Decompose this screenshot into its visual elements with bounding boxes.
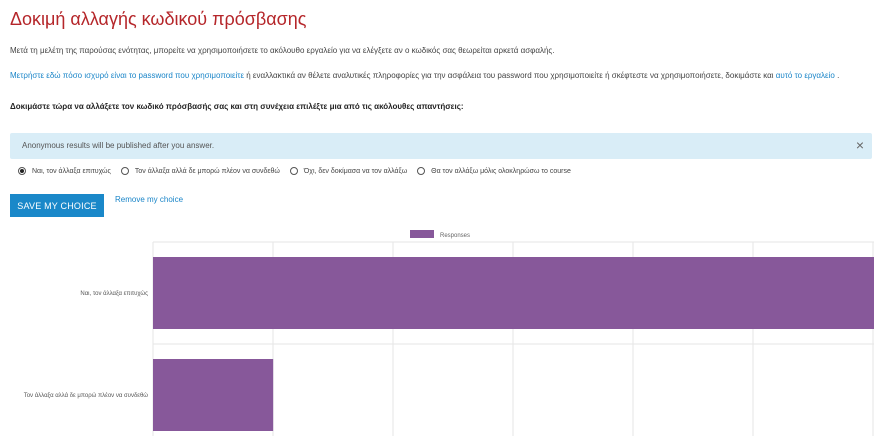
option-label: Ναι, τον άλλαξα επιτυχώς — [32, 167, 111, 175]
responses-chart: Responses Ναι, τον άλλαξα επιτυχώς Τον άλλ… — [24, 230, 874, 436]
intro-text: Μετά τη μελέτη της παρούσας ενότητας, μπ… — [10, 46, 555, 55]
instruction-text: Δοκιμάστε τώρα να αλλάξετε τον κωδικό πρ… — [10, 102, 464, 111]
category-label: Τον άλλαξα αλλά δε μπορώ πλέον να συνδεθ… — [24, 392, 149, 399]
anonymous-alert: Anonymous results will be published afte… — [10, 133, 872, 159]
legend-label: Responses — [440, 233, 470, 239]
choice-options: Ναι, τον άλλαξα επιτυχώς Τον άλλαξα αλλά… — [18, 167, 579, 181]
page-title: Δοκιμή αλλαγής κωδικού πρόσβασης — [10, 9, 307, 29]
alert-text: Anonymous results will be published afte… — [22, 141, 215, 150]
option-label: Τον άλλαξα αλλά δε μπορώ πλέον να συνδεθ… — [134, 167, 280, 175]
close-icon[interactable]: × — [856, 137, 864, 153]
option-change-after-course[interactable]: Θα τον αλλάξω μόλις ολοκληρώσω το course — [417, 167, 571, 175]
option-did-not-try[interactable]: Όχι, δεν δοκίμασα να τον αλλάξω — [289, 167, 408, 175]
bar-1 — [153, 257, 874, 329]
legend-swatch — [410, 230, 434, 238]
password-tool-link[interactable]: αυτό το εργαλείο — [776, 71, 835, 80]
option-changed-successfully[interactable]: Ναι, τον άλλαξα επιτυχώς — [18, 167, 111, 175]
password-strength-link[interactable]: Μετρήστε εδώ πόσο ισχυρό είναι το passwo… — [10, 71, 244, 80]
tools-paragraph: Μετρήστε εδώ πόσο ισχυρό είναι το passwo… — [10, 69, 874, 82]
remove-choice-link[interactable]: Remove my choice — [115, 195, 183, 204]
radio-button[interactable] — [18, 167, 26, 175]
radio-button[interactable] — [417, 167, 426, 175]
radio-button[interactable] — [289, 167, 298, 175]
tools-paragraph-text: ή εναλλακτικά αν θέλετε αναλυτικές πληρο… — [244, 71, 776, 80]
category-label: Ναι, τον άλλαξα επιτυχώς — [80, 290, 148, 297]
save-choice-button[interactable]: SAVE MY CHOICE — [10, 194, 104, 217]
option-changed-cannot-login[interactable]: Τον άλλαξα αλλά δε μπορώ πλέον να συνδεθ… — [120, 167, 280, 175]
option-label: Θα τον αλλάξω μόλις ολοκληρώσω το course — [431, 167, 571, 175]
bar-2 — [153, 359, 274, 431]
radio-button[interactable] — [120, 167, 129, 175]
option-label: Όχι, δεν δοκίμασα να τον αλλάξω — [303, 167, 408, 175]
tools-paragraph-end: . — [834, 71, 840, 80]
